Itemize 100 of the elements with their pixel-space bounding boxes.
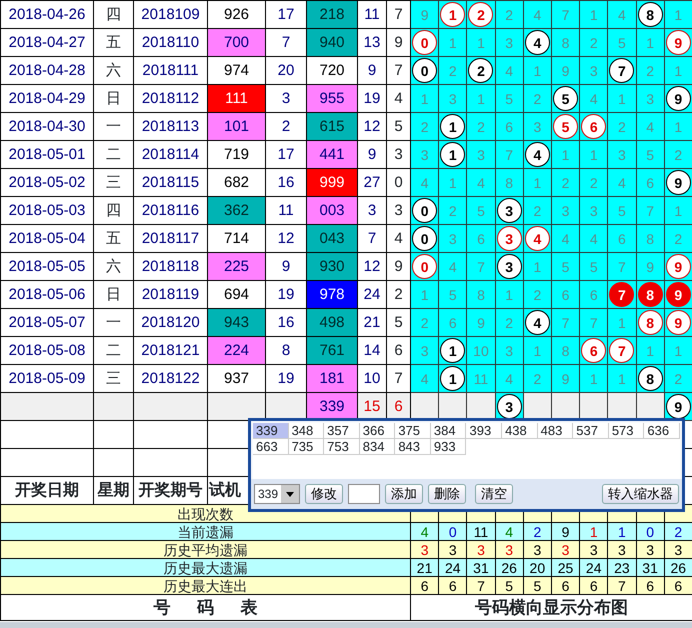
table-cell: 2018109 bbox=[134, 0, 208, 28]
number-ball: 7 bbox=[609, 338, 634, 363]
table-cell: 5 bbox=[608, 196, 636, 224]
number-option[interactable]: 636 bbox=[644, 423, 680, 439]
number-option[interactable]: 357 bbox=[324, 423, 360, 439]
table-cell: 224 bbox=[208, 336, 266, 364]
table-cell: 937 bbox=[208, 364, 266, 392]
table-cell: 3 bbox=[438, 224, 467, 252]
table-cell: 4 bbox=[636, 112, 664, 140]
table-cell: 999 bbox=[306, 168, 358, 196]
table-cell: 2018-04-30 bbox=[0, 112, 94, 140]
number-option[interactable]: 384 bbox=[430, 423, 466, 439]
table-cell: 1 bbox=[523, 336, 552, 364]
number-ball: 9 bbox=[666, 254, 691, 279]
number-option[interactable]: 375 bbox=[395, 423, 431, 439]
input-field[interactable] bbox=[348, 484, 380, 504]
table-cell: 955 bbox=[306, 84, 358, 112]
table-cell: 19 bbox=[358, 84, 386, 112]
table-cell: 7 bbox=[580, 308, 608, 336]
number-option[interactable]: 483 bbox=[538, 423, 574, 439]
table-cell: 13 bbox=[358, 28, 386, 56]
number-ball: 7 bbox=[609, 282, 634, 307]
table-cell: 3 bbox=[495, 336, 524, 364]
number-option[interactable]: 735 bbox=[288, 439, 324, 455]
number-ball: 1 bbox=[440, 2, 466, 27]
table-cell: 682 bbox=[208, 168, 266, 196]
table-cell: 6 bbox=[438, 576, 467, 594]
table-cell: 1 bbox=[636, 336, 664, 364]
table-cell: 9 bbox=[358, 140, 386, 168]
toolbar-button[interactable]: 转入缩水器 bbox=[602, 484, 679, 504]
table-cell: 5 bbox=[636, 140, 664, 168]
table-cell: 7 bbox=[551, 308, 580, 336]
table-cell: 5 bbox=[551, 252, 580, 280]
table-cell: 3 bbox=[551, 196, 580, 224]
number-option[interactable]: 537 bbox=[573, 423, 609, 439]
table-cell: 943 bbox=[208, 308, 266, 336]
number-option[interactable]: 339 bbox=[253, 423, 289, 439]
table-cell: 2018-04-29 bbox=[0, 84, 94, 112]
number-option[interactable]: 663 bbox=[253, 439, 289, 455]
number-option[interactable]: 753 bbox=[324, 439, 360, 455]
table-cell: 三 bbox=[94, 168, 134, 196]
table-cell: 21 bbox=[358, 308, 386, 336]
table-cell: 6 bbox=[466, 224, 496, 252]
table-cell: 5 bbox=[523, 576, 552, 594]
table-cell: 2018-05-03 bbox=[0, 196, 94, 224]
table-cell: 720 bbox=[306, 56, 358, 84]
table-cell: 4 bbox=[495, 56, 524, 84]
table-cell: 4 bbox=[608, 168, 636, 196]
toolbar-button[interactable]: 删除 bbox=[428, 484, 466, 504]
toolbar-button[interactable]: 清空 bbox=[475, 484, 514, 504]
table-cell: 2 bbox=[438, 56, 467, 84]
number-ball: 9 bbox=[666, 170, 691, 195]
table-cell: 2 bbox=[636, 56, 664, 84]
table-cell: 978 bbox=[306, 280, 358, 308]
number-option[interactable]: 438 bbox=[502, 423, 538, 439]
table-cell: 2 bbox=[523, 364, 552, 392]
table-cell: 历史最大连出 bbox=[0, 576, 410, 594]
table-cell: 2 bbox=[466, 112, 496, 140]
table-cell: 2 bbox=[523, 196, 552, 224]
table-cell: 5 bbox=[466, 196, 496, 224]
table-cell: 四 bbox=[94, 196, 134, 224]
number-option[interactable]: 348 bbox=[288, 423, 324, 439]
table-cell: 2 bbox=[523, 280, 552, 308]
toolbar-button[interactable]: 添加 bbox=[385, 484, 424, 504]
number-ball: 3 bbox=[496, 226, 522, 251]
table-cell: 五 bbox=[94, 28, 134, 56]
table-cell: 441 bbox=[306, 140, 358, 168]
table-cell: 4 bbox=[410, 364, 439, 392]
table-cell: 1 bbox=[523, 252, 552, 280]
table-cell: 498 bbox=[306, 308, 358, 336]
number-ball: 3 bbox=[496, 254, 522, 279]
table-cell: 二 bbox=[94, 140, 134, 168]
table-cell: 14 bbox=[358, 336, 386, 364]
table-cell: 2018-04-26 bbox=[0, 0, 94, 28]
table-cell: 1 bbox=[523, 168, 552, 196]
table-cell: 7 bbox=[608, 252, 636, 280]
number-option[interactable]: 843 bbox=[395, 439, 431, 455]
number-select[interactable]: 339 bbox=[254, 484, 300, 504]
table-cell: 11 bbox=[466, 364, 496, 392]
table-cell: 1 bbox=[664, 196, 692, 224]
toolbar-button[interactable]: 修改 bbox=[305, 484, 344, 504]
number-ball: 4 bbox=[524, 226, 550, 251]
number-option[interactable]: 933 bbox=[430, 439, 466, 455]
table-cell: 2 bbox=[608, 112, 636, 140]
number-option[interactable]: 366 bbox=[360, 423, 396, 439]
table-cell: 4 bbox=[580, 84, 608, 112]
table-cell: 1 bbox=[580, 140, 608, 168]
table-cell: 225 bbox=[208, 252, 266, 280]
table-cell: 2 bbox=[410, 308, 439, 336]
number-option[interactable]: 834 bbox=[360, 439, 396, 455]
table-cell: 7 bbox=[358, 224, 386, 252]
table-cell: 六 bbox=[94, 56, 134, 84]
number-ball: 9 bbox=[666, 310, 691, 335]
table-cell: 719 bbox=[208, 140, 266, 168]
number-option[interactable]: 393 bbox=[466, 423, 502, 439]
table-cell: 4 bbox=[580, 224, 608, 252]
table-cell: 4 bbox=[466, 168, 496, 196]
table-cell: 1 bbox=[580, 0, 608, 28]
number-option[interactable]: 573 bbox=[608, 423, 644, 439]
table-cell: 9 bbox=[466, 308, 496, 336]
